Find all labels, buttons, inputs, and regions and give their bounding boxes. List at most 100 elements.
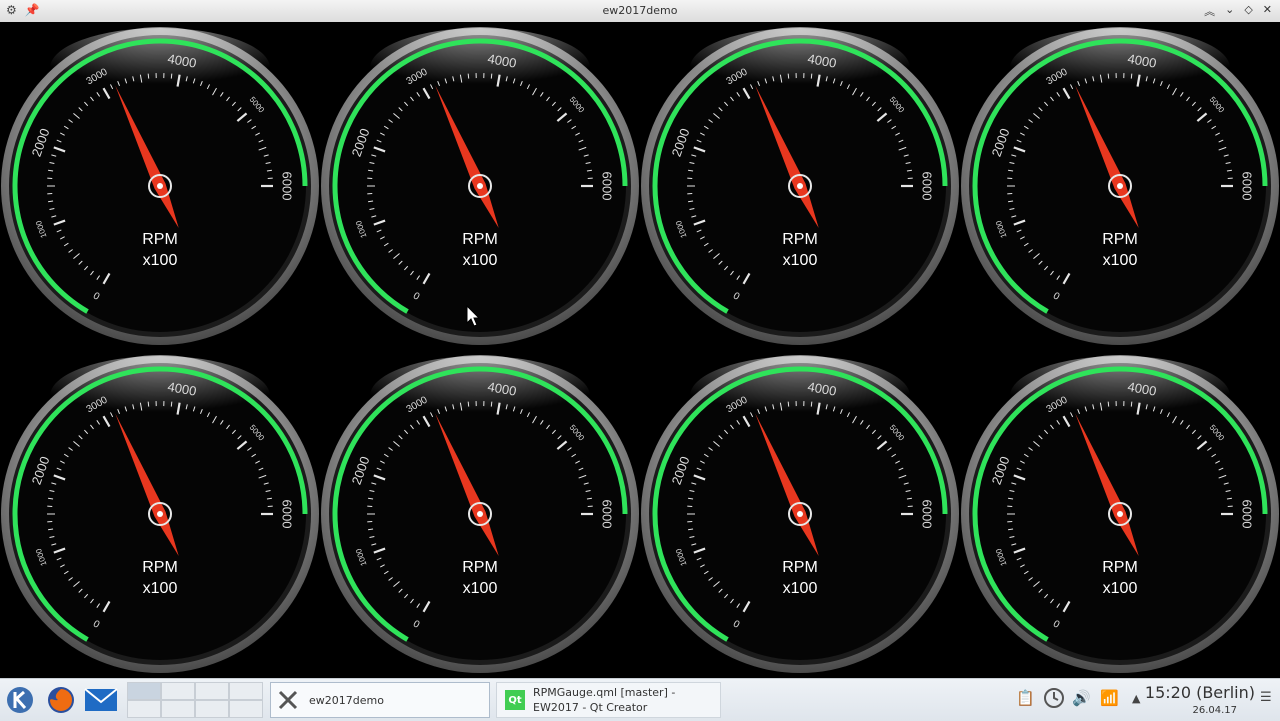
gauge-tick — [1008, 170, 1013, 171]
gauge-tick — [171, 402, 172, 407]
network-icon[interactable]: 📶 — [1100, 689, 1119, 707]
gauge-tick — [907, 170, 912, 171]
gauge-tick — [48, 529, 53, 530]
gauge-tick — [1131, 402, 1132, 407]
pager-desktop[interactable] — [229, 700, 263, 718]
gauge-tick — [368, 170, 373, 171]
gauge-unit-label: RPM — [782, 231, 818, 248]
gauge-tick — [1227, 498, 1232, 499]
tray-expand-icon[interactable]: ▲ — [1132, 692, 1140, 705]
task-ew2017demo[interactable]: ew2017demo — [270, 682, 490, 718]
rpm-gauge: 0100020003000400050006000RPMx100 — [961, 27, 1279, 345]
pager-desktop[interactable] — [161, 682, 195, 700]
gauge-unit-label: RPM — [1102, 559, 1138, 576]
volume-icon[interactable]: 🔊 — [1072, 689, 1091, 707]
task-label: RPMGauge.qml [master] - EW2017 - Qt Crea… — [533, 685, 718, 715]
qt-creator-icon: Qt — [505, 690, 525, 710]
gauge-tick — [688, 529, 693, 530]
gauge-tick — [688, 498, 693, 499]
gauge-scale-label: 6000 — [600, 500, 615, 529]
gauge-tick — [48, 498, 53, 499]
gauge-tick — [148, 402, 149, 407]
gauge-tick — [468, 74, 469, 79]
gauge-tick — [491, 402, 492, 407]
gauge-tick — [1008, 201, 1013, 202]
rpm-gauge: 0100020003000400050006000RPMx100 — [641, 355, 959, 673]
clock-time[interactable]: 15:20 (Berlin) — [1145, 683, 1255, 702]
close-icon[interactable]: ✕ — [1263, 3, 1272, 19]
gauge-unit-label: RPM — [142, 559, 178, 576]
gauge-multiplier-label: x100 — [1103, 580, 1138, 597]
gauge-scale-label: 6000 — [280, 172, 295, 201]
gauge-tick — [1108, 402, 1109, 407]
gauge-tick — [907, 498, 912, 499]
pager-desktop[interactable] — [229, 682, 263, 700]
gauge-unit-label: RPM — [462, 559, 498, 576]
gauge-multiplier-label: x100 — [143, 580, 178, 597]
pager-desktop[interactable] — [127, 700, 161, 718]
rpm-gauge: 0100020003000400050006000RPMx100 — [961, 355, 1279, 673]
gauge-tick — [1008, 529, 1013, 530]
gauge-tick — [788, 402, 789, 407]
needle-hub — [477, 511, 483, 517]
gauge-tick — [1108, 74, 1109, 79]
gauge-tick — [688, 170, 693, 171]
gauge-tick — [1008, 498, 1013, 499]
gauge-tick — [267, 170, 272, 171]
keep-above-icon[interactable]: ︽ — [1204, 3, 1215, 19]
gauge-multiplier-label: x100 — [783, 252, 818, 269]
mail-icon[interactable] — [84, 683, 118, 717]
needle-hub — [477, 183, 483, 189]
x-app-icon — [275, 687, 301, 713]
gauge-tick — [368, 529, 373, 530]
gauge-unit-label: RPM — [782, 559, 818, 576]
gauge-multiplier-label: x100 — [143, 252, 178, 269]
clock-app-icon[interactable] — [1043, 687, 1065, 713]
rpm-gauge: 0100020003000400050006000RPMx100 — [321, 27, 639, 345]
clipboard-icon[interactable]: 📋 — [1016, 689, 1035, 707]
gauge-unit-label: RPM — [462, 231, 498, 248]
gauge-tick — [587, 170, 592, 171]
clock-date: 26.04.17 — [1192, 705, 1237, 716]
pager-desktop[interactable] — [195, 700, 229, 718]
gauge-grid: 0100020003000400050006000RPMx100 01000200… — [0, 22, 1280, 678]
panel-options-icon[interactable]: ☰ — [1260, 690, 1272, 705]
gauge-scale-label: 6000 — [920, 500, 935, 529]
pager-desktop[interactable] — [195, 682, 229, 700]
pager-desktop[interactable] — [161, 700, 195, 718]
kde-menu-icon[interactable] — [3, 683, 37, 717]
gauge-tick — [491, 74, 492, 79]
firefox-icon[interactable] — [44, 683, 78, 717]
gauge-tick — [688, 201, 693, 202]
window-titlebar: ⚙ 📌 ew2017demo ︽ ⌄ ◇ ✕ — [0, 0, 1280, 23]
gauge-tick — [148, 74, 149, 79]
task-label: ew2017demo — [309, 693, 384, 708]
gauge-tick — [267, 498, 272, 499]
gauge-tick — [368, 498, 373, 499]
task-qt-creator[interactable]: Qt RPMGauge.qml [master] - EW2017 - Qt C… — [496, 682, 721, 718]
gauge-scale-label: 6000 — [1240, 172, 1255, 201]
gauge-multiplier-label: x100 — [463, 580, 498, 597]
gauge-tick — [1227, 170, 1232, 171]
desktop-pager[interactable] — [127, 682, 263, 718]
maximize-icon[interactable]: ◇ — [1244, 3, 1252, 19]
taskbar: ew2017demo Qt RPMGauge.qml [master] - EW… — [0, 678, 1280, 721]
needle-hub — [797, 511, 803, 517]
gauge-scale-label: 6000 — [600, 172, 615, 201]
pager-desktop[interactable] — [127, 682, 161, 700]
gauge-tick — [788, 74, 789, 79]
gauge-tick — [48, 201, 53, 202]
minimize-icon[interactable]: ⌄ — [1225, 3, 1234, 19]
gauge-tick — [48, 170, 53, 171]
gauge-multiplier-label: x100 — [783, 580, 818, 597]
needle-hub — [157, 511, 163, 517]
needle-hub — [157, 183, 163, 189]
gauge-multiplier-label: x100 — [463, 252, 498, 269]
gauge-scale-label: 6000 — [1240, 500, 1255, 529]
gauge-tick — [811, 74, 812, 79]
rpm-gauge: 0100020003000400050006000RPMx100 — [1, 355, 319, 673]
rpm-gauge: 0100020003000400050006000RPMx100 — [321, 355, 639, 673]
rpm-gauge: 0100020003000400050006000RPMx100 — [641, 27, 959, 345]
gauge-scale-label: 6000 — [280, 500, 295, 529]
rpm-gauge: 0100020003000400050006000RPMx100 — [1, 27, 319, 345]
